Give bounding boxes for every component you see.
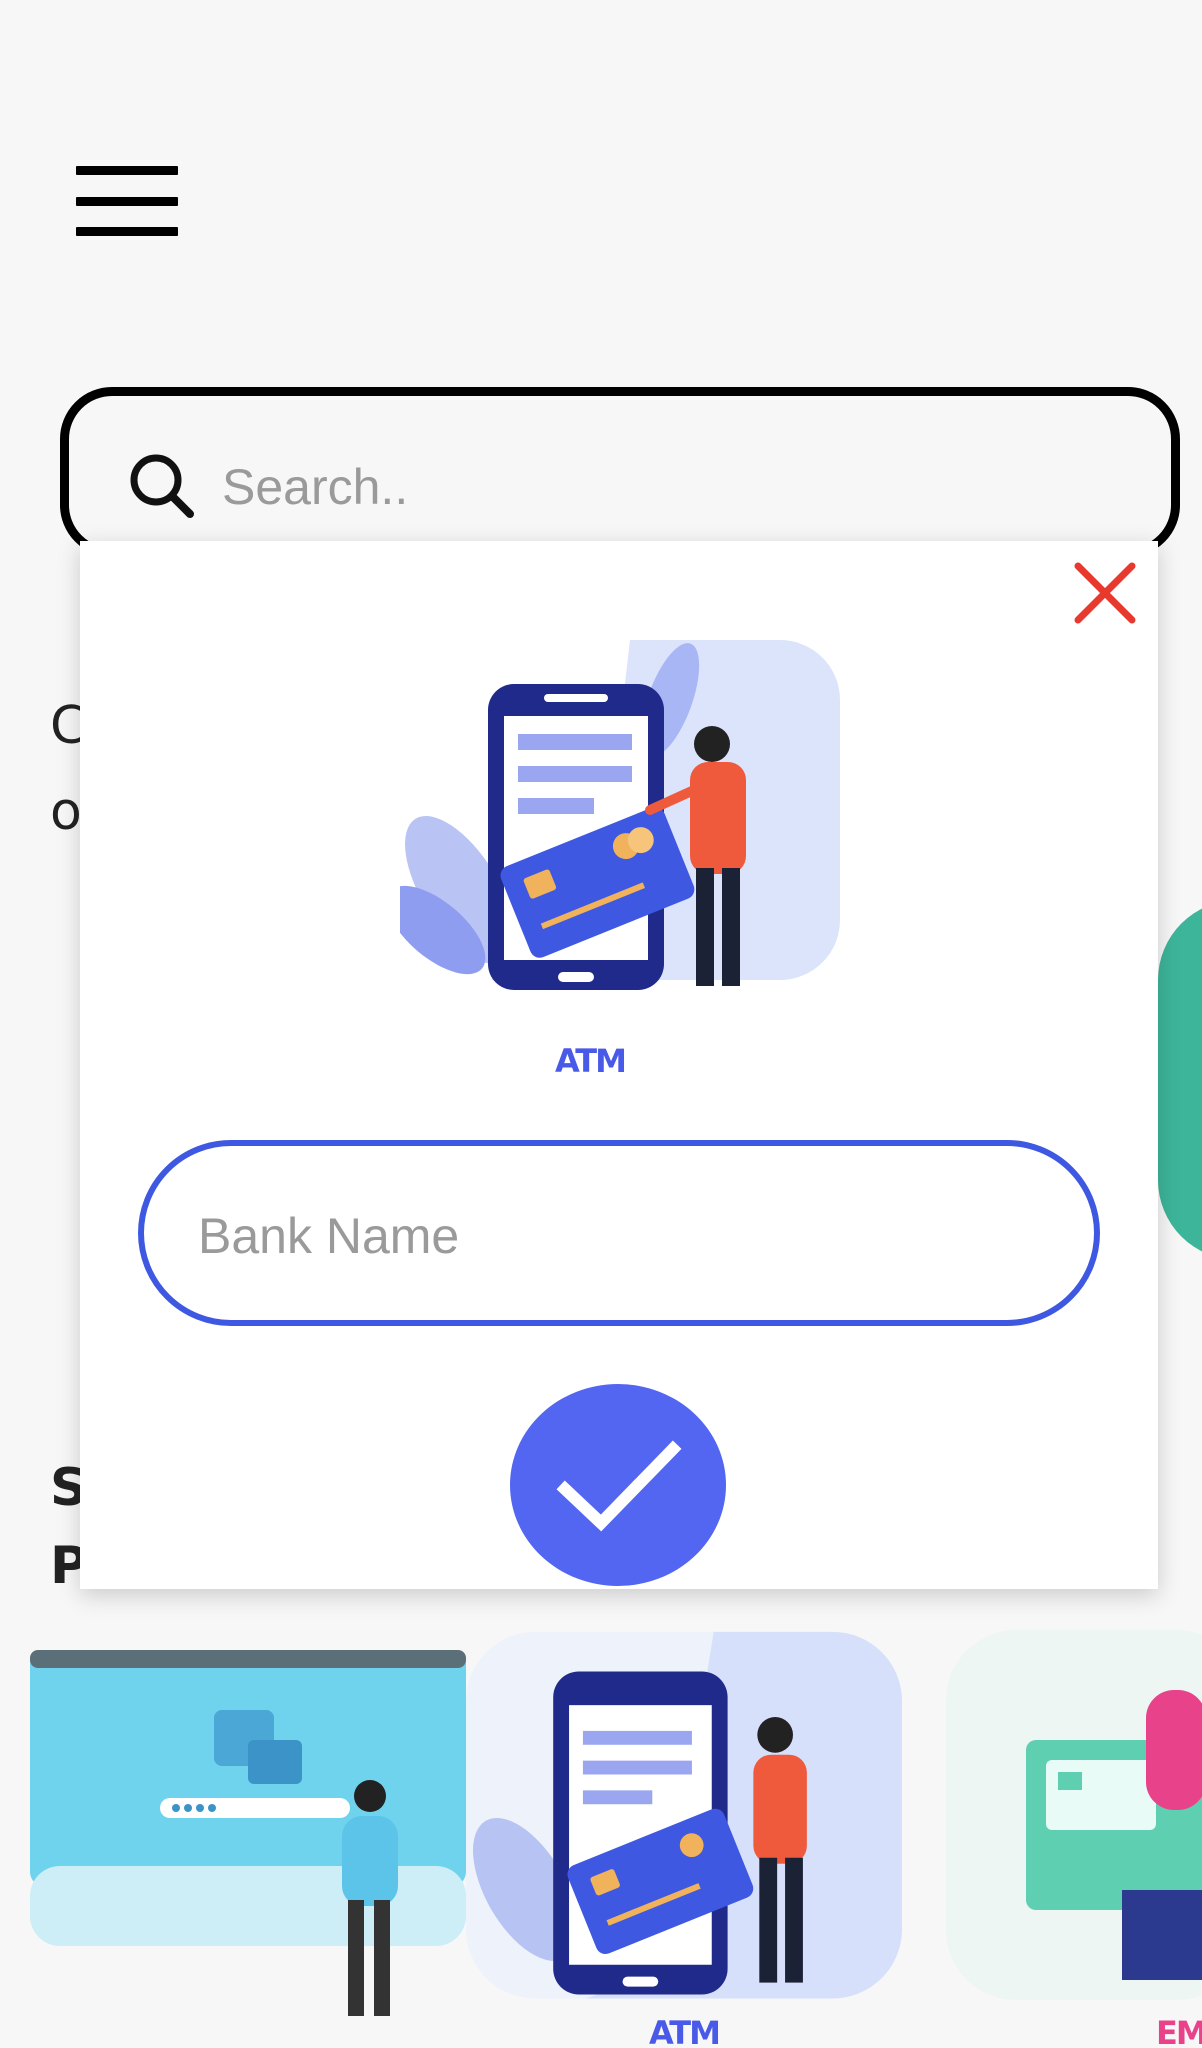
search-icon xyxy=(130,454,194,518)
confirm-button[interactable] xyxy=(510,1384,726,1586)
bank-name-input[interactable] xyxy=(198,1198,1018,1274)
card-label: EM xyxy=(1156,2014,1202,2048)
partial-card-illustration xyxy=(1158,900,1202,1260)
search-input[interactable] xyxy=(222,452,982,522)
card-password[interactable] xyxy=(30,1630,466,2030)
atm-illustration xyxy=(400,640,840,1040)
card-atm[interactable]: ATM xyxy=(466,1630,902,2048)
section-heading-1-line2: o xyxy=(50,782,82,842)
card-label: ATM xyxy=(649,2014,721,2048)
checkmark-icon xyxy=(556,1440,682,1532)
close-button[interactable] xyxy=(1072,560,1138,626)
atm-illustration xyxy=(466,1631,902,1999)
card-email[interactable]: EM xyxy=(946,1630,1202,2048)
menu-bar xyxy=(76,196,178,206)
email-illustration xyxy=(946,1630,1202,2000)
illustration-label: ATM xyxy=(555,1042,627,1080)
menu-bar xyxy=(76,227,178,236)
close-icon xyxy=(1074,562,1136,624)
password-illustration xyxy=(30,1650,466,2016)
hamburger-menu-icon[interactable] xyxy=(76,166,178,236)
menu-bar xyxy=(76,166,178,175)
